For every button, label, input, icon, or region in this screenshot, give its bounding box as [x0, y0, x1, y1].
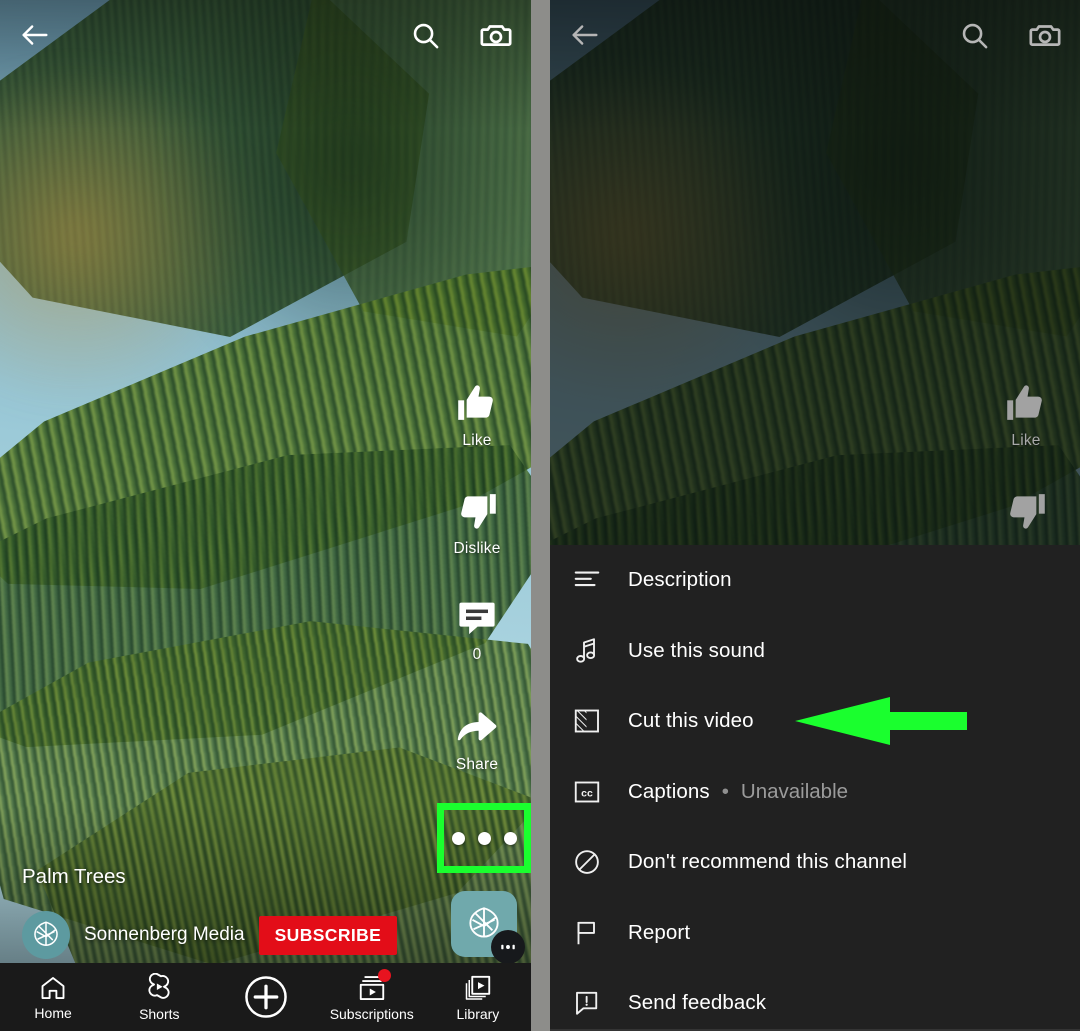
share-button[interactable]: Share [453, 702, 501, 774]
menu-value: Unavailable [740, 779, 849, 803]
screenshot-stage: Like Dislike 0 Share Palm Trees Sonnenbe… [0, 0, 1080, 1031]
nav-item-shorts[interactable]: Shorts [106, 972, 212, 1022]
like-button[interactable]: Like [454, 380, 500, 450]
create-plus-icon [243, 974, 289, 1020]
nav-item-create[interactable] [212, 974, 318, 1020]
channel-avatar[interactable] [22, 911, 70, 959]
nav-label-subscriptions: Subscriptions [329, 1005, 414, 1022]
channel-name[interactable]: Sonnenberg Media [84, 924, 245, 946]
feedback-icon [572, 988, 628, 1018]
action-rail: Like Dislike 0 Share [423, 380, 531, 800]
comments-button[interactable]: 0 [455, 596, 499, 664]
nav-label-library: Library [456, 1005, 500, 1022]
menu-label: Cut this video [628, 709, 754, 733]
menu-item-captions[interactable]: cc Captions • Unavailable [550, 757, 1080, 828]
subscribe-button[interactable]: SUBSCRIBE [258, 915, 398, 955]
channel-row: Sonnenberg Media SUBSCRIBE [22, 911, 509, 959]
like-label: Like [462, 432, 492, 449]
share-icon [453, 702, 501, 750]
menu-item-report[interactable]: Report [550, 898, 1080, 969]
thumbs-up-icon [454, 380, 500, 426]
camera-icon[interactable] [1028, 18, 1062, 52]
comment-count: 0 [472, 646, 482, 663]
like-label: Like [1011, 432, 1041, 449]
top-app-bar [0, 0, 531, 70]
svg-text:cc: cc [581, 787, 593, 799]
action-rail-dimmed: Like [972, 380, 1080, 560]
sound-thumbnail-button[interactable] [451, 891, 525, 964]
menu-label: Report [628, 920, 691, 944]
nav-item-subscriptions[interactable]: Subscriptions [319, 968, 425, 1022]
library-icon [463, 973, 493, 1003]
subscriptions-icon [357, 968, 391, 1003]
options-bottom-sheet: Description Use this sound Cut this vide… [550, 545, 1080, 1031]
menu-separator-dot: • [721, 779, 729, 803]
nav-label-home: Home [34, 1004, 72, 1021]
panel-divider [531, 0, 550, 1031]
like-button[interactable]: Like [1003, 380, 1049, 450]
menu-item-use-this-sound[interactable]: Use this sound [550, 616, 1080, 687]
menu-item-description[interactable]: Description [550, 545, 1080, 616]
top-app-bar-dimmed [550, 0, 1080, 70]
nav-item-home[interactable]: Home [0, 974, 106, 1021]
nav-item-library[interactable]: Library [425, 973, 531, 1022]
description-icon [572, 565, 628, 595]
camera-icon[interactable] [479, 18, 513, 52]
green-annotation-arrow [795, 697, 967, 745]
thumbs-down-icon [1003, 488, 1049, 534]
back-arrow-icon[interactable] [568, 18, 602, 52]
more-options-button[interactable] [437, 803, 531, 873]
captions-cc-icon: cc [572, 777, 628, 807]
notification-badge [377, 968, 391, 982]
music-note-icon [572, 636, 628, 666]
menu-label: Send feedback [628, 991, 767, 1015]
menu-item-dont-recommend-channel[interactable]: Don't recommend this channel [550, 827, 1080, 898]
search-icon[interactable] [959, 20, 990, 51]
left-panel-shorts-player: Like Dislike 0 Share Palm Trees Sonnenbe… [0, 0, 531, 1031]
flag-icon [572, 918, 628, 948]
comment-icon [455, 596, 499, 640]
menu-label: Don't recommend this channel [628, 850, 908, 874]
back-arrow-icon[interactable] [18, 18, 52, 52]
dislike-button[interactable]: Dislike [453, 488, 500, 558]
home-icon [39, 974, 67, 1002]
share-label: Share [455, 756, 499, 773]
thumbs-up-icon [1003, 380, 1049, 426]
block-circle-icon [572, 847, 628, 877]
search-icon[interactable] [410, 20, 441, 51]
video-title: Palm Trees [22, 865, 126, 888]
thumbs-down-icon [454, 488, 500, 534]
bottom-navigation-bar: Home Shorts Subscriptions Library [0, 963, 531, 1031]
menu-label: Captions [628, 779, 710, 803]
right-panel-menu-open: Like Description Use this sound Cut this… [550, 0, 1080, 1031]
green-highlight-box [437, 803, 531, 873]
dislike-label: Dislike [453, 540, 501, 557]
audio-pause-badge [491, 930, 525, 964]
menu-label: Use this sound [628, 638, 766, 662]
menu-label: Description [628, 568, 732, 592]
menu-item-send-feedback[interactable]: Send feedback [550, 968, 1080, 1031]
cut-video-icon [572, 706, 628, 736]
nav-label-shorts: Shorts [139, 1005, 180, 1022]
dislike-button[interactable] [1003, 488, 1049, 534]
shorts-icon [144, 972, 174, 1003]
